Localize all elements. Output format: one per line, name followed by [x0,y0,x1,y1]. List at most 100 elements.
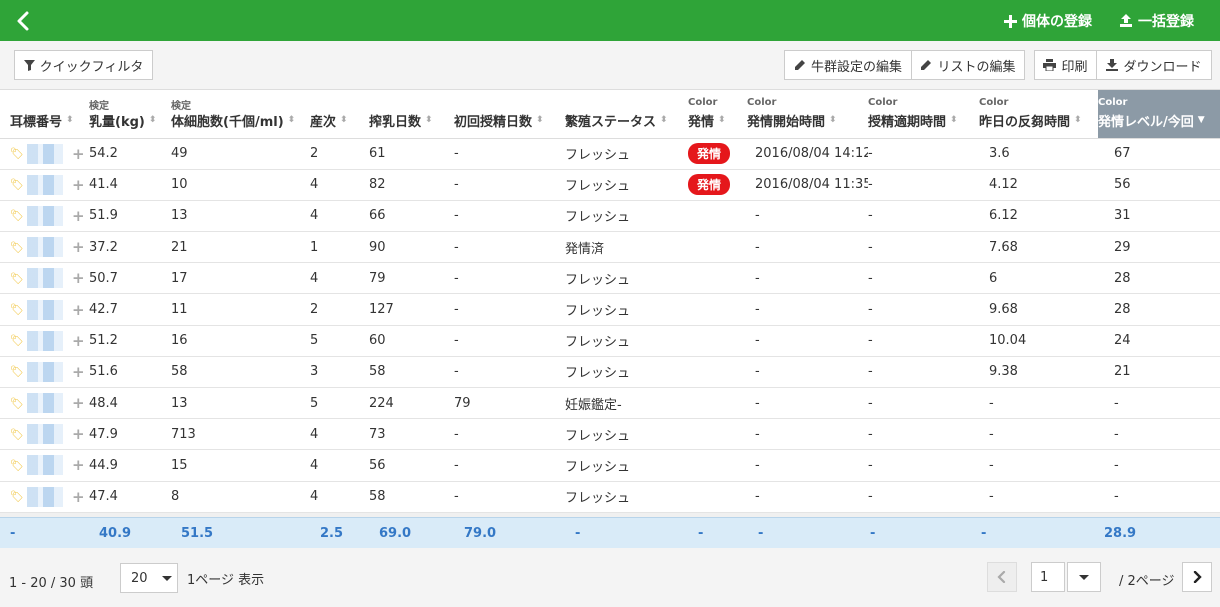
caret-down-icon [1079,574,1089,580]
column-header-estrus-start[interactable]: Color 発情開始時間 ⬍ [747,90,868,139]
column-header-status[interactable]: 繁殖ステータス ⬍ [565,90,688,139]
caret-down-icon [161,575,172,581]
add-icon[interactable]: + [72,301,85,319]
cell-milk: 47.9 [89,418,171,451]
ear-tag-number-redacted[interactable] [26,205,63,226]
summary-parity: 2.5 [320,526,344,541]
cell-first-ai: - [454,169,565,201]
add-icon[interactable]: + [72,488,85,506]
table-row[interactable]: 🏷 +37.2 21 1 90- 発情済 - -7.68 29 [0,231,1220,264]
page-select-dropdown[interactable] [1067,562,1101,592]
add-animal-button[interactable]: 個体の登録 [1004,11,1092,31]
cell-parity: 4 [310,200,369,233]
cell-ear-tag: 🏷 + [0,293,89,326]
ear-tag-number-redacted[interactable] [26,268,63,289]
ear-tag-number-redacted[interactable] [26,361,63,382]
ear-tag-number-redacted[interactable] [26,486,63,507]
back-button[interactable] [14,10,34,32]
cell-parity: 2 [310,138,369,170]
column-header-parity[interactable]: 産次 ⬍ [310,90,369,139]
table-row[interactable]: 🏷 +42.7 11 2 127- フレッシュ - -9.68 28 [0,293,1220,326]
next-page-button[interactable] [1182,562,1212,592]
table-row[interactable]: 🏷 +47.4 8 4 58- フレッシュ - - - - [0,481,1220,513]
add-icon[interactable]: + [72,456,85,474]
table-row[interactable]: 🏷 +51.6 58 3 58- フレッシュ - -9.38 21 [0,356,1220,389]
ear-tag-number-redacted[interactable] [26,424,63,445]
cell-ai-window: - [868,418,979,451]
table-row[interactable]: 🏷 +50.7 17 4 79- フレッシュ - -6 28 [0,262,1220,295]
column-header-id[interactable]: 耳標番号 ⬍ [0,90,89,139]
cell-dim: 66 [369,200,454,233]
quick-filter-button[interactable]: クイックフィルタ [14,50,153,80]
summary-estrus: - [698,526,704,541]
add-icon[interactable]: + [72,363,85,381]
tag-icon: 🏷 [10,147,24,161]
cell-dim: 82 [369,169,454,201]
table-row[interactable]: 🏷 +47.9 713 4 73- フレッシュ - - - - [0,418,1220,451]
ear-tag-number-redacted[interactable] [26,330,63,351]
cell-first-ai: - [454,449,565,482]
ear-tag-number-redacted[interactable] [26,393,63,414]
column-header-rumination[interactable]: Color 昨日の反芻時間 ⬍ [979,90,1098,139]
column-header-ai-window[interactable]: Color 授精適期時間 ⬍ [868,90,979,139]
cell-estrus-start: - [747,356,868,389]
page-size-select[interactable]: 20 [120,563,178,593]
column-header-label-wrap: 繁殖ステータス ⬍ [565,111,668,130]
table-row[interactable]: 🏷 +44.9 15 4 56- フレッシュ - - - - [0,449,1220,482]
sort-icon: ⬍ [148,114,157,125]
cell-estrus [688,449,747,482]
table-row[interactable]: 🏷 +51.2 16 5 60- フレッシュ - -10.04 24 [0,325,1220,357]
add-icon[interactable]: + [72,176,85,194]
cell-rumination: 3.6 [979,138,1098,170]
download-button[interactable]: ダウンロード [1096,50,1212,80]
add-icon[interactable]: + [72,207,85,225]
add-icon[interactable]: + [72,238,85,256]
cell-status: フレッシュ [565,418,688,451]
cell-level: 29 [1098,231,1220,264]
cell-estrus-start: - [747,262,868,295]
herd-settings-button[interactable]: 牛群設定の編集 [784,50,912,80]
column-header-scc[interactable]: 検定 体細胞数(千個/ml) ⬍ [171,90,310,139]
bulk-register-button[interactable]: 一括登録 [1119,11,1194,31]
ear-tag-wrap: 🏷 + [10,268,89,289]
add-icon[interactable]: + [72,425,85,443]
prev-page-button[interactable] [987,562,1017,592]
column-header-label: 搾乳日数 [369,114,422,130]
cell-level: 56 [1098,169,1220,201]
table-row[interactable]: 🏷 +54.2 49 2 61- フレッシュ 発情 2016/08/04 14:12-3.6 6… [0,138,1220,170]
column-header-milk[interactable]: 検定 乳量(kg) ⬍ [89,90,171,139]
sort-icon: ⬍ [425,114,433,125]
column-header-first-ai[interactable]: 初回授精日数 ⬍ [454,90,565,139]
cell-estrus [688,262,747,295]
print-button[interactable]: 印刷 [1034,50,1097,80]
column-header-prefix [369,97,454,109]
column-header-prefix [10,97,89,109]
cell-status: フレッシュ [565,481,688,513]
ear-tag-number-redacted[interactable] [26,299,63,320]
summary-scc: 51.5 [181,526,214,541]
ear-tag-number-redacted[interactable] [26,143,63,164]
cell-ai-window: - [868,231,979,264]
column-header-dim[interactable]: 搾乳日数 ⬍ [369,90,454,139]
column-header-label-wrap: 初回授精日数 ⬍ [454,111,544,130]
table-row[interactable]: 🏷 +51.9 13 4 66- フレッシュ - -6.12 31 [0,200,1220,233]
add-icon[interactable]: + [72,332,85,350]
add-icon[interactable]: + [72,394,85,412]
add-icon[interactable]: + [72,145,85,163]
cell-estrus-start: - [747,418,868,451]
cell-status: フレッシュ [565,325,688,357]
table-row[interactable]: 🏷 +41.4 10 4 82- フレッシュ 発情 2016/08/04 11:35-4.12… [0,169,1220,201]
ear-tag-wrap: 🏷 + [10,174,89,195]
ear-tag-number-redacted[interactable] [26,237,63,258]
add-icon[interactable]: + [72,269,85,287]
cell-status: 妊娠鑑定- [565,387,688,420]
cell-dim: 58 [369,481,454,513]
ear-tag-number-redacted[interactable] [26,174,63,195]
ear-tag-number-redacted[interactable] [26,455,63,476]
cell-dim: 58 [369,356,454,389]
page-number-input[interactable]: 1 [1031,562,1065,592]
column-header-estrus[interactable]: Color 発情 ⬍ [688,90,747,139]
table-row[interactable]: 🏷 +48.4 13 5 224 79 妊娠鑑定- - - - - [0,387,1220,420]
column-header-level[interactable]: Color 発情レベル/今回 ▼ [1098,90,1220,139]
list-edit-button[interactable]: リストの編集 [911,50,1025,80]
